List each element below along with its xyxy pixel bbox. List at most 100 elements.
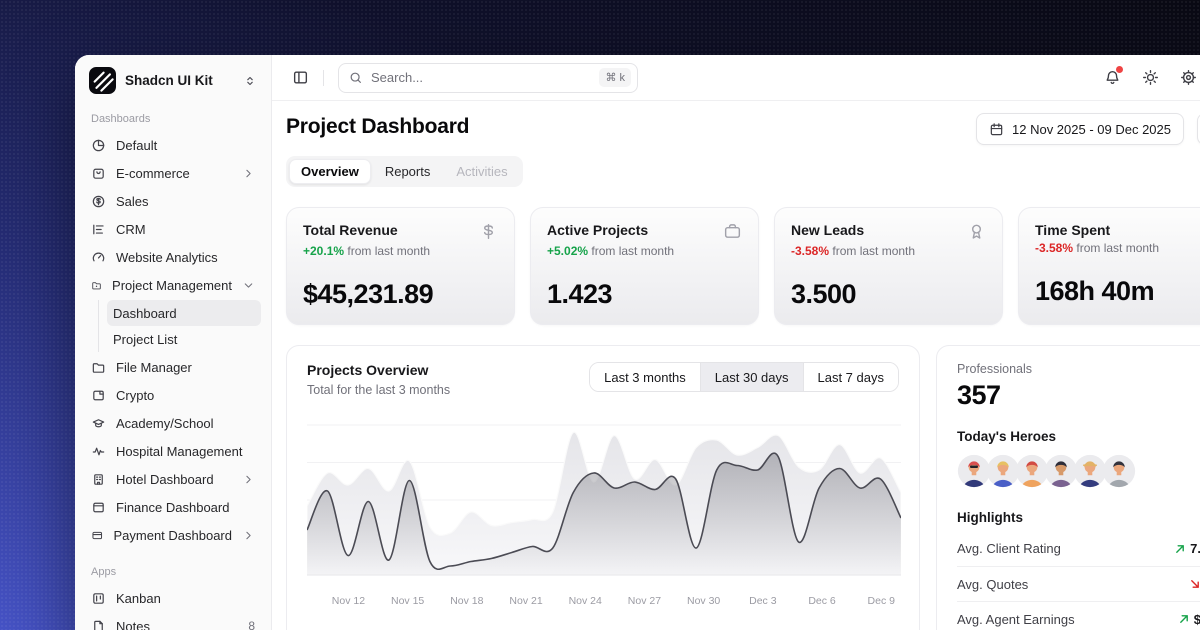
highlights-title: Highlights xyxy=(957,510,1200,525)
stat-delta-note: +20.1% from last month xyxy=(303,244,498,258)
stat-card-new-leads: New Leads-3.58% from last month3.500 xyxy=(774,207,1003,325)
panel-top-icon xyxy=(91,500,106,515)
professionals-label: Professionals xyxy=(957,362,1200,376)
award-icon xyxy=(967,222,986,241)
tab-activities[interactable]: Activities xyxy=(444,159,519,184)
date-range-button[interactable]: 12 Nov 2025 - 09 Dec 2025 xyxy=(976,113,1184,145)
topbar: ⌘ k xyxy=(272,55,1200,101)
stat-cards-row: Total Revenue+20.1% from last month$45,2… xyxy=(286,207,1200,325)
sidebar-item-project-management[interactable]: Project Management xyxy=(85,271,261,299)
folder-icon xyxy=(91,360,106,375)
chevron-right-icon xyxy=(242,167,255,180)
folder-dot-icon xyxy=(91,278,102,293)
sidebar-item-payment-dashboard[interactable]: Payment Dashboard xyxy=(85,521,261,549)
x-tick-label: Nov 24 xyxy=(569,595,602,607)
search-input[interactable] xyxy=(371,70,591,85)
trend-up-icon xyxy=(1174,543,1186,555)
chevron-right-icon xyxy=(242,529,255,542)
app-window: Shadcn UI Kit DashboardsDefaultE-commerc… xyxy=(75,55,1200,630)
professionals-card: Professionals 357 Today's Heroes Highlig… xyxy=(936,345,1200,630)
page-tabs: OverviewReportsActivities xyxy=(286,156,523,187)
notification-dot xyxy=(1116,66,1123,73)
x-tick-label: Nov 12 xyxy=(332,595,365,607)
sidebar-item-label: Website Analytics xyxy=(116,250,218,265)
dollar-icon xyxy=(479,222,498,241)
sidebar-subitem-dashboard[interactable]: Dashboard xyxy=(107,300,261,326)
highlight-label: Avg. Quotes xyxy=(957,577,1028,592)
bell-button[interactable] xyxy=(1104,69,1121,86)
stat-title: Total Revenue xyxy=(303,222,398,238)
chart-range-toggle: Last 3 monthsLast 30 daysLast 7 days xyxy=(589,362,899,392)
briefcase-icon xyxy=(723,222,742,241)
sidebar-item-label: Crypto xyxy=(116,388,154,403)
chevrons-up-down-icon[interactable] xyxy=(243,74,257,88)
projects-overview-card: Projects Overview Total for the last 3 m… xyxy=(286,345,920,630)
highlight-value-text: $ xyxy=(1194,612,1200,627)
sidebar-item-label: Hotel Dashboard xyxy=(116,472,214,487)
stat-delta: +20.1% xyxy=(303,244,344,258)
sun-button[interactable] xyxy=(1142,69,1159,86)
stat-title: New Leads xyxy=(791,222,864,238)
highlight-value: $ xyxy=(1178,612,1200,627)
search-box[interactable]: ⌘ k xyxy=(338,63,638,93)
sidebar-item-crm[interactable]: CRM xyxy=(85,215,261,243)
chart-title: Projects Overview xyxy=(307,362,450,378)
x-tick-label: Dec 3 xyxy=(749,595,776,607)
area-chart: Nov 12Nov 15Nov 18Nov 21Nov 24Nov 27Nov … xyxy=(307,413,899,609)
stat-delta: +5.02% xyxy=(547,244,588,258)
sidebar-item-website-analytics[interactable]: Website Analytics xyxy=(85,243,261,271)
sidebar-item-hospital-management[interactable]: Hospital Management xyxy=(85,437,261,465)
main-area: ⌘ k Project Dashboard 12 Nov 2025 - 09 D… xyxy=(272,55,1200,630)
sidebar-item-default[interactable]: Default xyxy=(85,131,261,159)
stat-card-time-spent: Time Spent-3.58% from last month168h 40m xyxy=(1018,207,1200,325)
sidebar-item-notes[interactable]: Notes8 xyxy=(85,612,261,630)
sidebar-item-sales[interactable]: Sales xyxy=(85,187,261,215)
sidebar-item-label: Academy/School xyxy=(116,416,214,431)
highlight-value xyxy=(1189,578,1200,590)
sidebar-item-label: CRM xyxy=(116,222,146,237)
sidebar-item-label: Finance Dashboard xyxy=(116,500,229,515)
trend-up-icon xyxy=(1178,613,1190,625)
area-chart-svg xyxy=(307,413,901,585)
sidebar-item-file-manager[interactable]: File Manager xyxy=(85,353,261,381)
dollar-icon xyxy=(479,222,498,241)
sidebar-subitem-project-list[interactable]: Project List xyxy=(107,326,261,352)
activity-icon xyxy=(91,444,106,459)
highlight-label: Avg. Agent Earnings xyxy=(957,612,1075,627)
range-button-last-30-days[interactable]: Last 30 days xyxy=(700,363,803,391)
highlight-label: Avg. Client Rating xyxy=(957,541,1061,556)
highlight-row-avg-client-rating: Avg. Client Rating7. xyxy=(957,531,1200,566)
sidebar-toggle-button[interactable] xyxy=(292,69,309,86)
x-tick-label: Dec 6 xyxy=(808,595,835,607)
stat-delta-note: -3.58% from last month xyxy=(791,244,986,258)
range-button-last-7-days[interactable]: Last 7 days xyxy=(803,363,899,391)
sidebar-subitem-label: Dashboard xyxy=(113,306,177,321)
tab-overview[interactable]: Overview xyxy=(289,159,371,184)
sidebar-item-crypto[interactable]: Crypto xyxy=(85,381,261,409)
sidebar-item-hotel-dashboard[interactable]: Hotel Dashboard xyxy=(85,465,261,493)
highlight-row-avg-agent-earnings: Avg. Agent Earnings $ xyxy=(957,601,1200,630)
x-tick-label: Nov 21 xyxy=(509,595,542,607)
sidebar-item-label: Hospital Management xyxy=(116,444,242,459)
file-icon xyxy=(91,619,106,630)
gear-icon xyxy=(1180,69,1197,86)
workspace-switcher[interactable]: Shadcn UI Kit xyxy=(85,55,261,96)
sidebar-item-finance-dashboard[interactable]: Finance Dashboard xyxy=(85,493,261,521)
x-tick-label: Nov 18 xyxy=(450,595,483,607)
search-shortcut-kbd: ⌘ k xyxy=(599,68,631,87)
tab-reports[interactable]: Reports xyxy=(373,159,443,184)
gear-button[interactable] xyxy=(1180,69,1197,86)
sidebar-item-kanban[interactable]: Kanban xyxy=(85,584,261,612)
range-button-last-3-months[interactable]: Last 3 months xyxy=(590,363,700,391)
award-icon xyxy=(967,222,986,241)
x-tick-label: Nov 30 xyxy=(687,595,720,607)
sidebar-subitems: Dashboard Project List xyxy=(98,300,261,352)
chevron-down-icon xyxy=(242,279,255,292)
chart-x-axis-labels: Nov 12Nov 15Nov 18Nov 21Nov 24Nov 27Nov … xyxy=(307,595,899,609)
sidebar-item-e-commerce[interactable]: E-commerce xyxy=(85,159,261,187)
hero-avatar[interactable] xyxy=(1102,454,1136,488)
sun-icon xyxy=(1142,69,1159,86)
stat-delta: -3.58% xyxy=(1035,241,1073,255)
sidebar-item-label: Sales xyxy=(116,194,149,209)
sidebar-item-academy-school[interactable]: Academy/School xyxy=(85,409,261,437)
